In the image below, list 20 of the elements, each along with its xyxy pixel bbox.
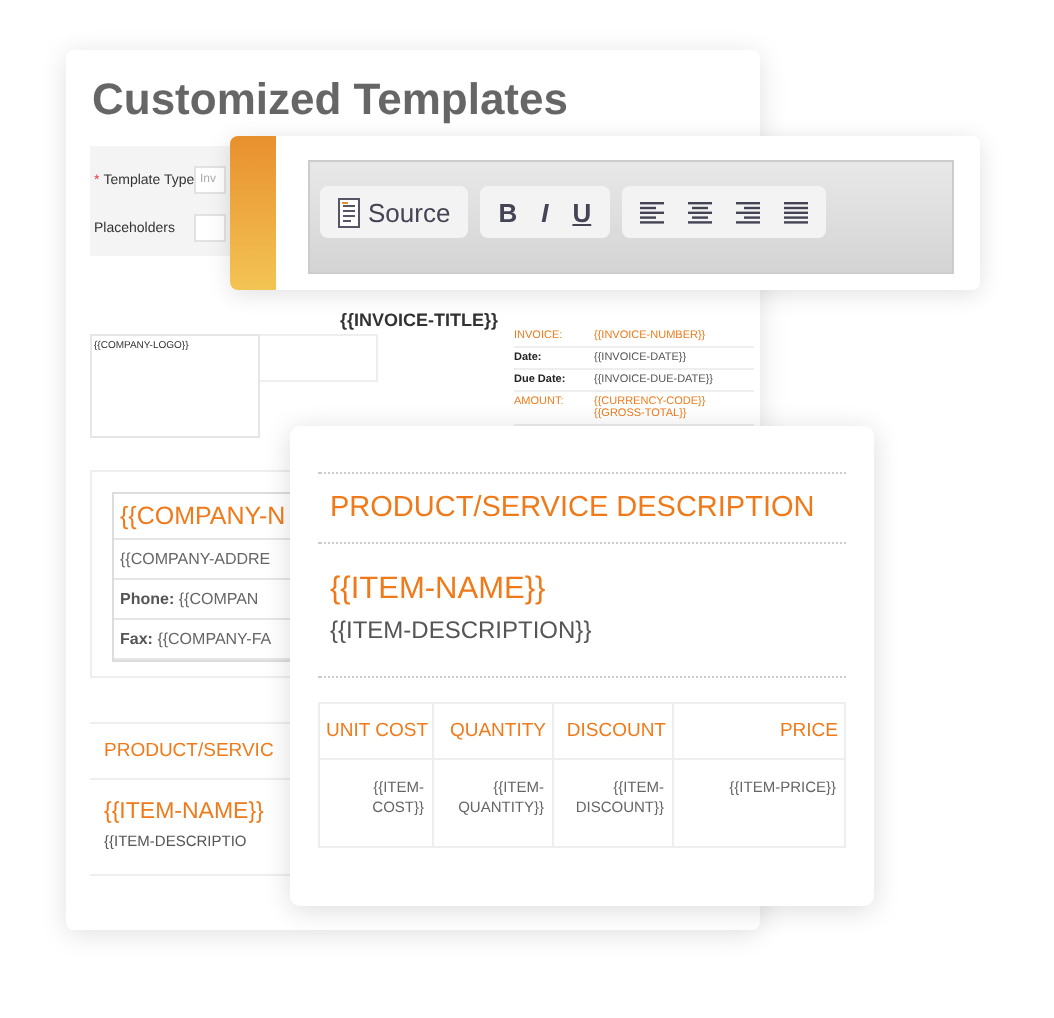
column-header: PRICE — [674, 704, 846, 760]
bold-button[interactable]: B — [488, 188, 528, 236]
item-description: {{ITEM-DESCRIPTION}} — [318, 616, 846, 678]
column-header: UNIT COST — [320, 704, 434, 760]
page-title: Customized Templates — [92, 74, 570, 126]
italic-button[interactable]: I — [531, 188, 559, 236]
table-cell — [260, 334, 378, 382]
column-header: QUANTITY — [434, 704, 554, 760]
source-button[interactable]: Source — [328, 188, 461, 236]
invoice-title: {{INVOICE-TITLE}} — [340, 310, 499, 330]
align-left-icon — [639, 201, 664, 223]
align-right-icon — [735, 201, 760, 223]
document-icon — [338, 197, 360, 227]
column-header: DISCOUNT — [554, 704, 674, 760]
section-heading: PRODUCT/SERVICE DESCRIPTION — [318, 472, 846, 544]
underline-button[interactable]: U — [562, 188, 602, 236]
input-field[interactable] — [194, 214, 226, 242]
item-name: {{ITEM-NAME}} — [102, 798, 266, 828]
align-center-icon — [687, 201, 712, 223]
justify-icon — [783, 201, 808, 223]
